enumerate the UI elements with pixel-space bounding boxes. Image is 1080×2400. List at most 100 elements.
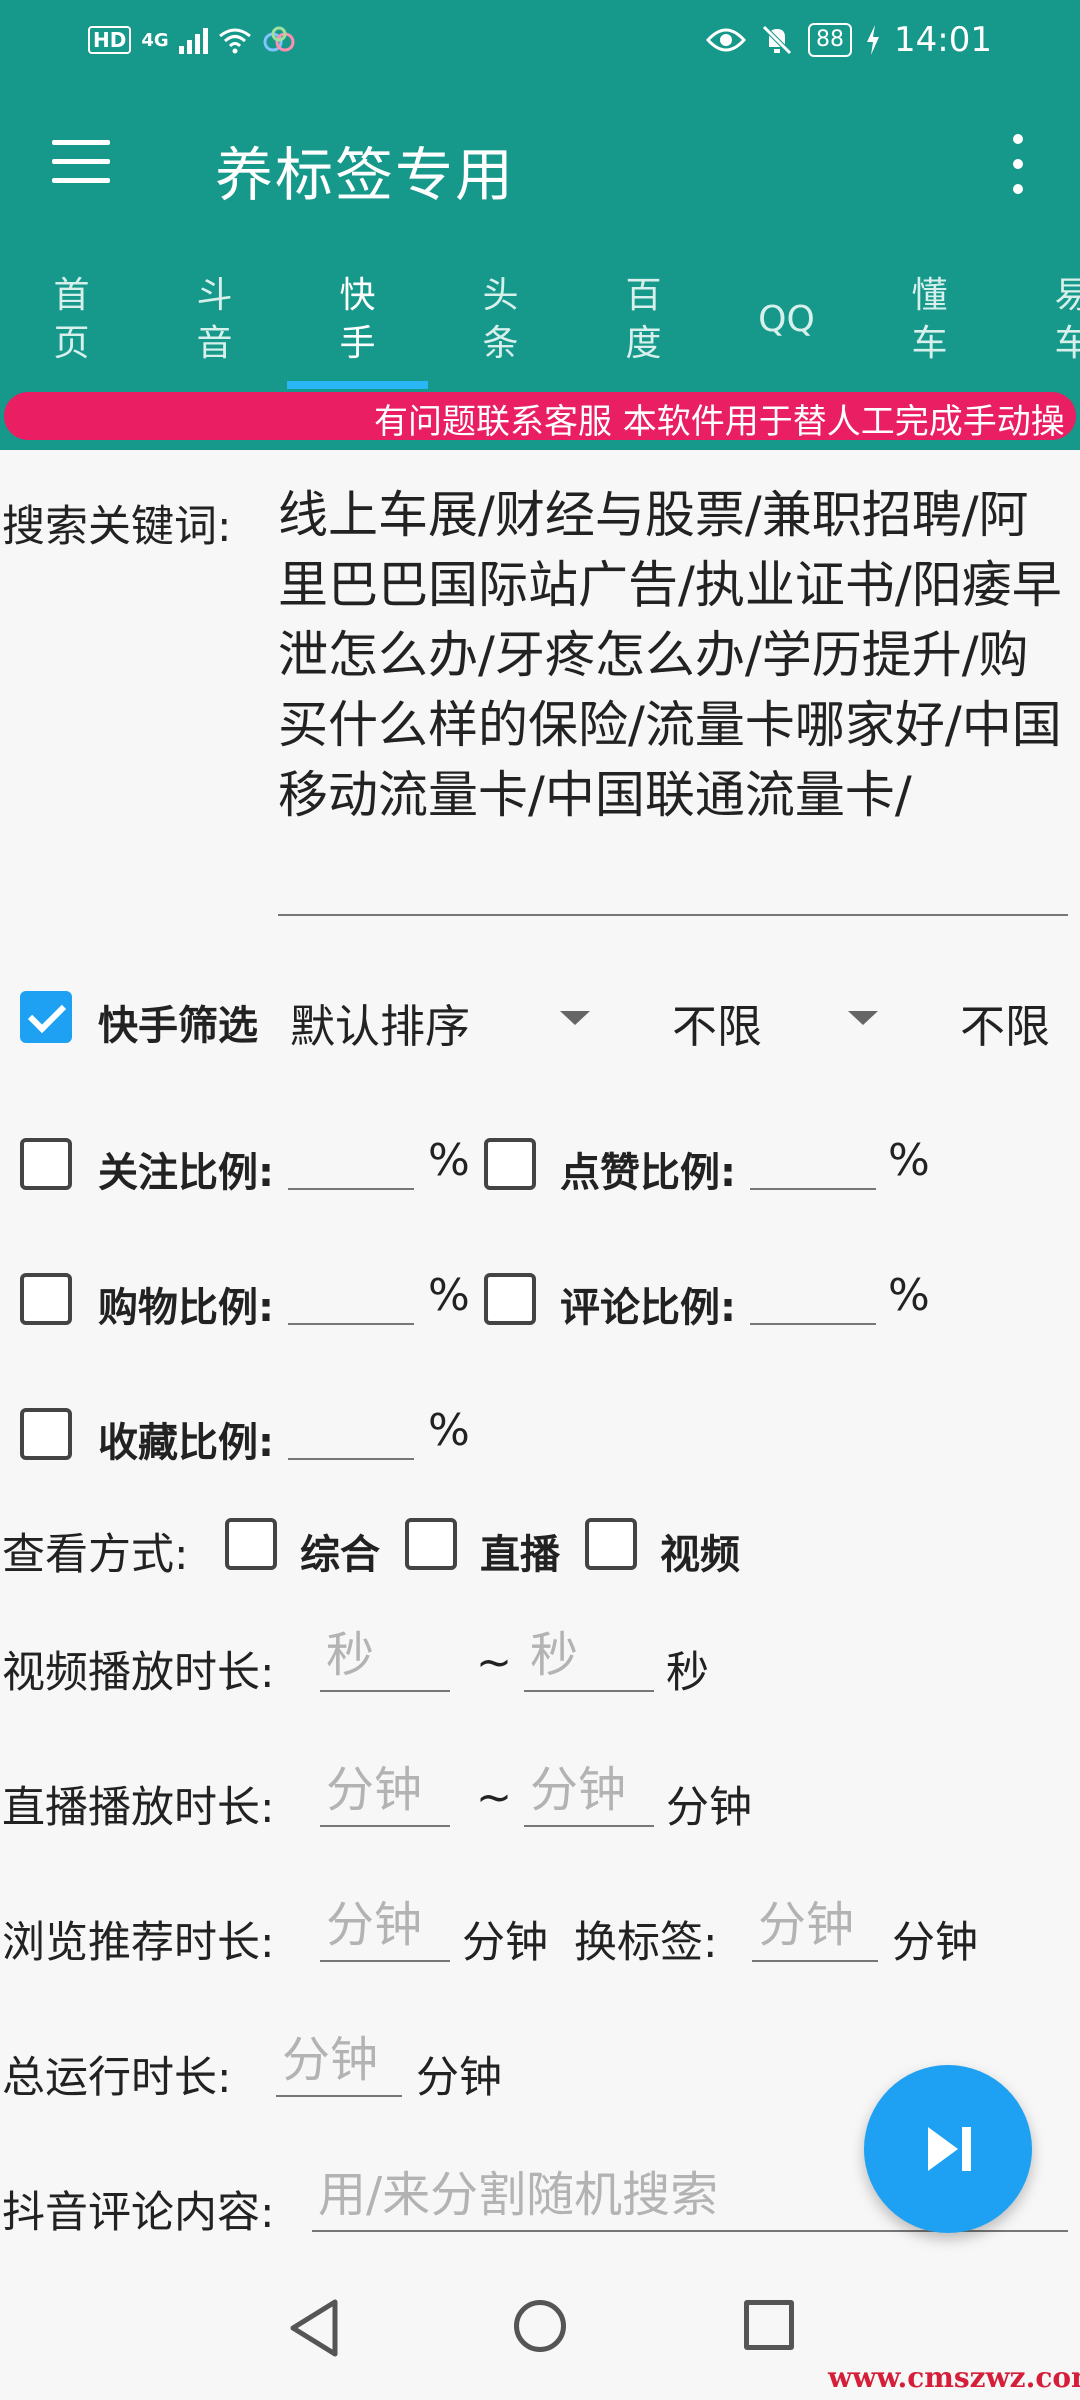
back-icon[interactable] bbox=[285, 2296, 345, 2360]
home-icon[interactable] bbox=[514, 2300, 566, 2352]
percent-unit: % bbox=[888, 1270, 930, 1321]
total-duration-input[interactable]: 分钟 bbox=[276, 2025, 402, 2097]
view-mode-live-checkbox[interactable] bbox=[405, 1518, 457, 1570]
clock: 14:01 bbox=[894, 20, 992, 60]
toolbar: 养标签专用 bbox=[0, 100, 1080, 230]
view-mode-combined-checkbox[interactable] bbox=[225, 1518, 277, 1570]
minutes-unit: 分钟 bbox=[462, 1918, 548, 1968]
comment-ratio-label: 评论比例: bbox=[560, 1285, 736, 1331]
charging-icon bbox=[867, 25, 880, 55]
tab-label: 斗 音 bbox=[196, 275, 233, 364]
tab-yiche[interactable]: 易 车 bbox=[1001, 260, 1080, 390]
browse-duration-input[interactable]: 分钟 bbox=[320, 1890, 450, 1962]
chevron-down-icon[interactable] bbox=[848, 1011, 878, 1025]
tab-baidu[interactable]: 百 度 bbox=[572, 260, 715, 390]
tab-kuaishou[interactable]: 快 手 bbox=[286, 260, 429, 390]
signal-icon bbox=[178, 26, 208, 54]
keyword-input[interactable]: 线上车展/财经与股票/兼职招聘/阿里巴巴国际站广告/执业证书/阳痿早泄怎么办/牙… bbox=[278, 480, 1068, 830]
follow-ratio-checkbox[interactable] bbox=[20, 1138, 72, 1190]
favorite-ratio-input[interactable] bbox=[288, 1388, 414, 1460]
live-duration-min-input[interactable]: 分钟 bbox=[320, 1755, 450, 1827]
shop-ratio-checkbox[interactable] bbox=[20, 1273, 72, 1325]
tab-home[interactable]: 首 页 bbox=[0, 260, 143, 390]
view-mode-video-checkbox[interactable] bbox=[585, 1518, 637, 1570]
tab-label: 头 条 bbox=[482, 275, 519, 364]
video-duration-label: 视频播放时长: bbox=[2, 1648, 275, 1698]
switch-tag-input[interactable]: 分钟 bbox=[752, 1890, 878, 1962]
mute-icon bbox=[762, 25, 792, 55]
minutes-unit: 分钟 bbox=[892, 1918, 978, 1968]
minutes-unit: 分钟 bbox=[416, 2053, 502, 2103]
view-mode-label: 查看方式: bbox=[2, 1530, 189, 1580]
video-duration-max-input[interactable]: 秒 bbox=[524, 1620, 654, 1692]
follow-ratio-input[interactable] bbox=[288, 1118, 414, 1190]
tab-label: 首 页 bbox=[53, 275, 90, 364]
percent-unit: % bbox=[428, 1270, 470, 1321]
range-separator: ~ bbox=[476, 1638, 513, 1688]
shop-ratio-input[interactable] bbox=[288, 1253, 414, 1325]
battery-icon: 88 bbox=[808, 23, 853, 57]
tab-toutiao[interactable]: 头 条 bbox=[429, 260, 572, 390]
more-options-icon[interactable] bbox=[1008, 134, 1028, 194]
favorite-ratio-label: 收藏比例: bbox=[98, 1420, 274, 1466]
recent-apps-icon[interactable] bbox=[744, 2300, 794, 2350]
tab-douyin[interactable]: 斗 音 bbox=[143, 260, 286, 390]
live-duration-label: 直播播放时长: bbox=[2, 1783, 275, 1833]
menu-icon[interactable] bbox=[52, 140, 112, 184]
favorite-ratio-checkbox[interactable] bbox=[20, 1408, 72, 1460]
like-ratio-label: 点赞比例: bbox=[560, 1150, 736, 1196]
minutes-unit: 分钟 bbox=[666, 1783, 752, 1833]
view-mode-option: 直播 bbox=[480, 1532, 560, 1578]
notice-text: 有问题联系客服 本软件用于替人工完成手动操 bbox=[374, 402, 1065, 440]
comment-ratio-checkbox[interactable] bbox=[484, 1273, 536, 1325]
tab-label: QQ bbox=[758, 299, 815, 340]
app-title: 养标签专用 bbox=[215, 141, 516, 209]
sort-dropdown[interactable]: 默认排序 bbox=[290, 990, 470, 1055]
tab-label: 快 手 bbox=[339, 275, 376, 364]
limit-dropdown[interactable]: 不限 bbox=[672, 990, 762, 1055]
hd-icon: HD bbox=[88, 26, 132, 54]
comment-content-label: 抖音评论内容: bbox=[2, 2188, 275, 2238]
kuaishou-filter-label: 快手筛选 bbox=[98, 1003, 258, 1049]
seconds-unit: 秒 bbox=[666, 1648, 709, 1698]
tab-label: 百 度 bbox=[625, 275, 662, 364]
kuaishou-filter-checkbox[interactable] bbox=[20, 991, 72, 1043]
start-fab-button[interactable] bbox=[864, 2065, 1032, 2233]
shop-ratio-label: 购物比例: bbox=[98, 1285, 274, 1331]
like-ratio-input[interactable] bbox=[750, 1118, 876, 1190]
chevron-down-icon[interactable] bbox=[560, 1011, 590, 1025]
status-bar: HD 4G 88 14:01 bbox=[0, 0, 1080, 80]
view-mode-option: 综合 bbox=[300, 1532, 380, 1578]
live-duration-max-input[interactable]: 分钟 bbox=[524, 1755, 654, 1827]
range-separator: ~ bbox=[476, 1773, 513, 1823]
eye-icon bbox=[706, 28, 747, 52]
comment-ratio-input[interactable] bbox=[750, 1253, 876, 1325]
tab-indicator bbox=[287, 381, 428, 389]
keyword-label: 搜索关键词: bbox=[2, 502, 232, 552]
form-content: 搜索关键词: 线上车展/财经与股票/兼职招聘/阿里巴巴国际站广告/执业证书/阳痿… bbox=[0, 450, 1080, 2238]
notice-marquee: 有问题联系客服 本软件用于替人工完成手动操 bbox=[4, 392, 1076, 440]
tab-label: 易 车 bbox=[1054, 275, 1080, 364]
percent-unit: % bbox=[428, 1135, 470, 1186]
tab-bar: 首 页 斗 音 快 手 头 条 百 度 QQ 懂 车 易 车 bbox=[0, 260, 1080, 390]
keyword-underline bbox=[278, 914, 1068, 916]
watermark: www.cmszwz.com bbox=[828, 2361, 1080, 2394]
like-ratio-checkbox[interactable] bbox=[484, 1138, 536, 1190]
view-mode-option: 视频 bbox=[660, 1532, 740, 1578]
app-bar: HD 4G 88 14:01 养标签专用 首 页 斗 音 快 手 头 条 百 度… bbox=[0, 0, 1080, 450]
wifi-icon bbox=[218, 28, 251, 54]
skip-next-icon bbox=[928, 2127, 971, 2171]
limit-dropdown-2[interactable]: 不限 bbox=[960, 990, 1050, 1055]
browse-duration-label: 浏览推荐时长: bbox=[2, 1918, 275, 1968]
tab-qq[interactable]: QQ bbox=[715, 260, 858, 390]
switch-tag-label: 换标签: bbox=[574, 1918, 718, 1968]
percent-unit: % bbox=[428, 1405, 470, 1456]
video-duration-min-input[interactable]: 秒 bbox=[320, 1620, 450, 1692]
network-type: 4G bbox=[141, 29, 169, 51]
tab-dongche[interactable]: 懂 车 bbox=[858, 260, 1001, 390]
percent-unit: % bbox=[888, 1135, 930, 1186]
tab-label: 懂 车 bbox=[911, 275, 948, 364]
total-duration-label: 总运行时长: bbox=[2, 2053, 232, 2103]
follow-ratio-label: 关注比例: bbox=[98, 1150, 274, 1196]
sync-icon bbox=[263, 26, 295, 52]
